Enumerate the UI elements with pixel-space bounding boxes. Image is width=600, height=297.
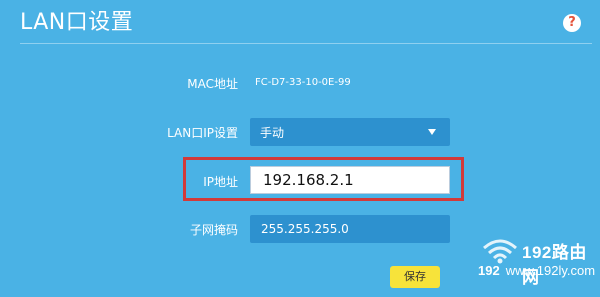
ip-label: IP地址 <box>203 175 238 189</box>
chevron-down-icon <box>428 129 436 135</box>
wifi-icon <box>483 239 517 264</box>
ip-input[interactable]: 192.168.2.1 <box>250 166 450 194</box>
watermark-prefix: 192 <box>478 263 500 278</box>
title-divider <box>20 43 592 44</box>
save-button[interactable]: 保存 <box>390 266 440 288</box>
lan-ip-mode-value: 手动 <box>260 126 285 140</box>
watermark-url: www.192ly.com <box>505 263 596 278</box>
lan-ip-mode-select[interactable]: 手动 <box>250 118 450 146</box>
mac-label: MAC地址 <box>187 77 238 91</box>
page-title: LAN口设置 <box>20 10 134 35</box>
help-icon[interactable]: ? <box>563 14 581 32</box>
mac-value: FC-D7-33-10-0E-99 <box>255 77 351 88</box>
watermark-footer: 192 www.192ly.com <box>478 263 595 278</box>
mask-label: 子网掩码 <box>189 223 238 237</box>
mask-input[interactable]: 255.255.255.0 <box>250 215 450 243</box>
watermark: 192路由网 192 www.192ly.com <box>478 236 600 297</box>
lan-ip-mode-label: LAN口IP设置 <box>167 126 238 140</box>
